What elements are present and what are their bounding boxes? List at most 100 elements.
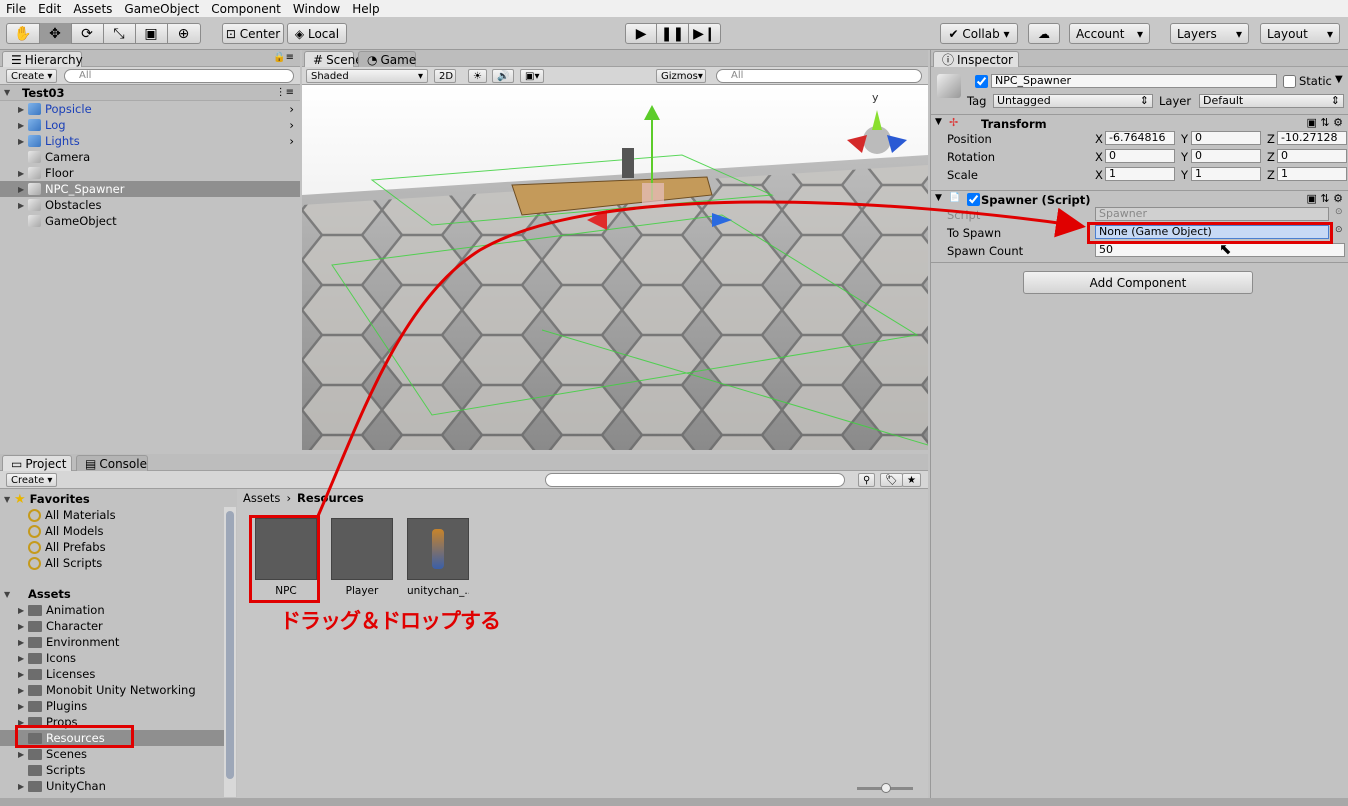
scene-viewport[interactable]: y	[302, 85, 928, 450]
filter-label-icon[interactable]: 🏷	[880, 473, 903, 487]
asset-item[interactable]: unitychan_...	[407, 518, 469, 597]
effects-dropdown-icon[interactable]: ▣▾	[520, 69, 545, 83]
tab-project[interactable]: ▭ Project	[2, 455, 72, 471]
move-tool-icon[interactable]: ✥	[39, 23, 72, 44]
hierarchy-item[interactable]: ▶ Floor	[0, 165, 300, 181]
expand-icon[interactable]: ▶	[18, 750, 28, 759]
hierarchy-item[interactable]: ▶ Lights ›	[0, 133, 300, 149]
pause-icon[interactable]: ❚❚	[657, 23, 689, 44]
menu-file[interactable]: File	[0, 2, 32, 16]
tag-dropdown[interactable]: Untagged ⇕	[993, 94, 1153, 108]
favorite-item[interactable]: All Models	[0, 523, 224, 539]
expand-icon[interactable]: ▶	[18, 638, 28, 647]
object-picker-icon[interactable]: ⊙	[1335, 225, 1343, 235]
transform-rotation-x-field[interactable]: 0	[1105, 149, 1175, 163]
active-checkbox[interactable]	[975, 75, 988, 88]
spawner-enabled-checkbox[interactable]	[967, 193, 980, 206]
layers-dropdown[interactable]: Layers ▾	[1170, 23, 1249, 44]
expand-right-icon[interactable]: ▶	[18, 105, 28, 114]
expand-right-icon[interactable]: ▶	[18, 169, 28, 178]
favorite-star-icon[interactable]: ★	[902, 473, 921, 487]
expand-icon[interactable]: ▶	[18, 686, 28, 695]
rect-tool-icon[interactable]: ▣	[136, 23, 168, 44]
project-search-input[interactable]	[545, 473, 845, 487]
hierarchy-search-input[interactable]: All	[64, 69, 294, 83]
expand-right-icon[interactable]: ▶	[18, 185, 28, 194]
project-folder[interactable]: ▶ Scenes	[0, 746, 224, 762]
project-folder[interactable]: ▶ Licenses	[0, 666, 224, 682]
hand-tool-icon[interactable]: ✋	[8, 23, 40, 44]
menu-help[interactable]: Help	[346, 2, 385, 16]
combined-tool-icon[interactable]: ⊕	[168, 23, 200, 44]
tree-scrollbar[interactable]	[224, 507, 236, 797]
expand-icon[interactable]: ▶	[18, 702, 28, 711]
menu-edit[interactable]: Edit	[32, 2, 67, 16]
transform-scale-x-field[interactable]: 1	[1105, 167, 1175, 181]
menu-window[interactable]: Window	[287, 2, 346, 16]
scene-search-input[interactable]: All	[716, 69, 922, 83]
layer-dropdown[interactable]: Default ⇕	[1199, 94, 1344, 108]
expand-right-icon[interactable]: ▶	[18, 137, 28, 146]
component-settings-icon[interactable]: ▣ ⇅ ⚙	[1307, 116, 1343, 129]
hierarchy-item[interactable]: Camera	[0, 149, 300, 165]
tab-hierarchy[interactable]: ☰ Hierarchy	[2, 51, 83, 67]
transform-position-z-field[interactable]: -10.27128	[1277, 131, 1347, 145]
expand-right-icon[interactable]: ▶	[18, 201, 28, 210]
favorite-item[interactable]: All Scripts	[0, 555, 224, 571]
transform-header[interactable]: ▼ ✢ Transform ▣ ⇅ ⚙	[931, 114, 1348, 132]
favorite-item[interactable]: All Materials	[0, 507, 224, 523]
project-folder[interactable]: ▶ Monobit Unity Networking	[0, 682, 224, 698]
light-toggle-icon[interactable]: ☀	[468, 69, 487, 83]
hierarchy-item[interactable]: GameObject	[0, 213, 300, 229]
menu-component[interactable]: Component	[205, 2, 287, 16]
tab-console[interactable]: ▤ Console	[76, 455, 148, 471]
step-icon[interactable]: ▶❙	[689, 23, 720, 44]
hierarchy-item[interactable]: ▶ NPC_Spawner	[0, 181, 300, 197]
expand-icon[interactable]: ▶	[18, 782, 28, 791]
transform-position-y-field[interactable]: 0	[1191, 131, 1261, 145]
scale-tool-icon[interactable]: ⤡	[104, 23, 136, 44]
spawner-object[interactable]	[622, 148, 634, 178]
scene-menu-icon[interactable]: ⋮≡	[276, 87, 294, 98]
hierarchy-create-button[interactable]: Create ▾	[6, 69, 58, 83]
project-create-button[interactable]: Create ▾	[6, 473, 58, 487]
gizmos-dropdown[interactable]: Gizmos ▾	[656, 69, 706, 83]
project-folder[interactable]: ▶ Environment	[0, 634, 224, 650]
expand-icon[interactable]: ▶	[18, 654, 28, 663]
pivot-center-button[interactable]: ⊡ Center	[222, 23, 284, 44]
expand-down-icon[interactable]: ▼	[4, 88, 14, 97]
expand-icon[interactable]: ▼	[4, 590, 14, 599]
rotate-tool-icon[interactable]: ⟳	[72, 23, 104, 44]
zoom-slider[interactable]	[857, 783, 913, 793]
tab-inspector[interactable]: ⓘ Inspector	[933, 51, 1019, 67]
expand-right-icon[interactable]: ▶	[18, 121, 28, 130]
hierarchy-item[interactable]: ▶ Popsicle ›	[0, 101, 300, 117]
transform-rotation-y-field[interactable]: 0	[1191, 149, 1261, 163]
transform-position-x-field[interactable]: -6.764816	[1105, 131, 1175, 145]
assets-header[interactable]: ▼ Assets	[0, 586, 224, 602]
asset-item[interactable]: Player	[331, 518, 393, 597]
filter-type-icon[interactable]: ⚲	[858, 473, 876, 487]
expand-icon[interactable]: ▶	[18, 670, 28, 679]
expand-down-icon[interactable]: ▼	[935, 193, 942, 203]
static-dropdown-icon[interactable]: ▼	[1335, 74, 1343, 85]
play-icon[interactable]: ▶	[626, 23, 658, 44]
favorite-item[interactable]: All Prefabs	[0, 539, 224, 555]
cloud-button[interactable]: ☁	[1028, 23, 1060, 44]
shading-dropdown[interactable]: Shaded ▾	[306, 69, 428, 83]
mode-2d-button[interactable]: 2D	[434, 69, 456, 83]
transform-scale-y-field[interactable]: 1	[1191, 167, 1261, 181]
hierarchy-item[interactable]: ▶ Obstacles	[0, 197, 300, 213]
expand-icon[interactable]: ▶	[18, 622, 28, 631]
prefab-open-icon[interactable]: ›	[289, 118, 294, 132]
tab-game[interactable]: ◔ Game	[358, 51, 416, 67]
pivot-local-button[interactable]: ◈ Local	[287, 23, 347, 44]
project-folder[interactable]: Scripts	[0, 762, 224, 778]
project-folder[interactable]: ▶ Animation	[0, 602, 224, 618]
transform-rotation-z-field[interactable]: 0	[1277, 149, 1347, 163]
expand-icon[interactable]: ▶	[18, 606, 28, 615]
component-settings-icon[interactable]: ▣ ⇅ ⚙	[1307, 192, 1343, 205]
scene-header[interactable]: ▼ Test03 ⋮≡	[0, 85, 300, 101]
transform-scale-z-field[interactable]: 1	[1277, 167, 1347, 181]
spawner-header[interactable]: ▼ 📄 Spawner (Script) ▣ ⇅ ⚙	[931, 190, 1348, 208]
